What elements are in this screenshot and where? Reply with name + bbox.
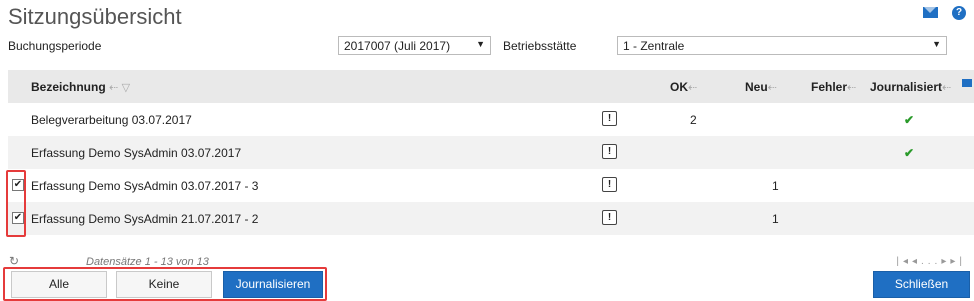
pager-ellipsis: ... — [921, 256, 942, 267]
chevron-down-icon: ▼ — [932, 39, 941, 49]
help-icon[interactable]: ? — [952, 6, 966, 20]
row-name: Erfassung Demo SysAdmin 03.07.2017 — [31, 146, 242, 160]
table-header: Bezeichnung ⇠ ▽ OK⇠ Neu⇠ Fehler⇠ Journal… — [8, 70, 974, 103]
table-row[interactable]: ✔ Erfassung Demo SysAdmin 03.07.2017 - 3… — [8, 169, 974, 202]
col-journalisiert[interactable]: Journalisiert⇠ — [870, 80, 951, 94]
sort-icon[interactable]: ⇠ — [109, 82, 118, 94]
period-select[interactable]: 2017007 (Juli 2017) ▼ — [338, 36, 491, 55]
exclamation-icon[interactable]: ! — [602, 144, 617, 159]
col-bezeichnung[interactable]: Bezeichnung ⇠ ▽ — [31, 80, 130, 94]
checkbox-highlight — [6, 170, 26, 237]
first-page-icon[interactable]: |◂ — [896, 256, 912, 267]
exclamation-icon[interactable]: ! — [602, 177, 617, 192]
mail-icon[interactable] — [923, 7, 938, 18]
close-button[interactable]: Schließen — [873, 271, 970, 298]
filter-icon[interactable]: ▽ — [122, 82, 130, 94]
select-none-button[interactable]: Keine — [116, 271, 212, 298]
exclamation-icon[interactable]: ! — [602, 111, 617, 126]
chevron-down-icon: ▼ — [476, 39, 485, 49]
top-icons: ? — [923, 4, 966, 20]
prev-page-icon[interactable]: ◂ — [912, 256, 921, 267]
table-row[interactable]: Belegverarbeitung 03.07.2017 ! 2 ✔ — [8, 103, 974, 136]
row-neu: 1 — [772, 212, 779, 226]
filter-row: Buchungsperiode 2017007 (Juli 2017) ▼ Be… — [8, 36, 966, 56]
row-name: Erfassung Demo SysAdmin 03.07.2017 - 3 — [31, 179, 259, 193]
journalize-button[interactable]: Journalisieren — [223, 271, 323, 298]
table-row[interactable]: Erfassung Demo SysAdmin 03.07.2017 ! ✔ — [8, 136, 974, 169]
site-label: Betriebsstätte — [503, 39, 577, 53]
period-label: Buchungsperiode — [8, 39, 102, 53]
row-name: Erfassung Demo SysAdmin 21.07.2017 - 2 — [31, 212, 259, 226]
exclamation-icon[interactable]: ! — [602, 210, 617, 225]
session-table: Bezeichnung ⇠ ▽ OK⇠ Neu⇠ Fehler⇠ Journal… — [8, 70, 974, 235]
select-all-button[interactable]: Alle — [11, 271, 107, 298]
page-title: Sitzungsübersicht — [8, 4, 182, 29]
pager: |◂◂...▸▸| — [896, 256, 966, 267]
sort-icon[interactable]: ⇠ — [688, 82, 697, 94]
col-fehler[interactable]: Fehler⇠ — [811, 80, 856, 94]
last-page-icon[interactable]: ▸| — [950, 256, 966, 267]
sort-icon[interactable]: ⇠ — [768, 82, 777, 94]
site-select[interactable]: 1 - Zentrale ▼ — [617, 36, 947, 55]
row-ok: 2 — [690, 113, 697, 127]
row-neu: 1 — [772, 179, 779, 193]
row-name: Belegverarbeitung 03.07.2017 — [31, 113, 192, 127]
check-icon: ✔ — [904, 113, 915, 127]
col-neu[interactable]: Neu⇠ — [745, 80, 777, 94]
table-row[interactable]: ✔ Erfassung Demo SysAdmin 21.07.2017 - 2… — [8, 202, 974, 235]
refresh-icon[interactable]: ↻ — [9, 254, 19, 268]
period-value: 2017007 (Juli 2017) — [344, 39, 451, 53]
sort-icon[interactable]: ⇠ — [847, 82, 856, 94]
col-ok[interactable]: OK⇠ — [670, 80, 697, 94]
site-value: 1 - Zentrale — [623, 39, 685, 53]
check-icon: ✔ — [904, 146, 915, 160]
sort-icon[interactable]: ⇠ — [942, 82, 951, 94]
column-chooser-icon[interactable] — [962, 79, 972, 87]
